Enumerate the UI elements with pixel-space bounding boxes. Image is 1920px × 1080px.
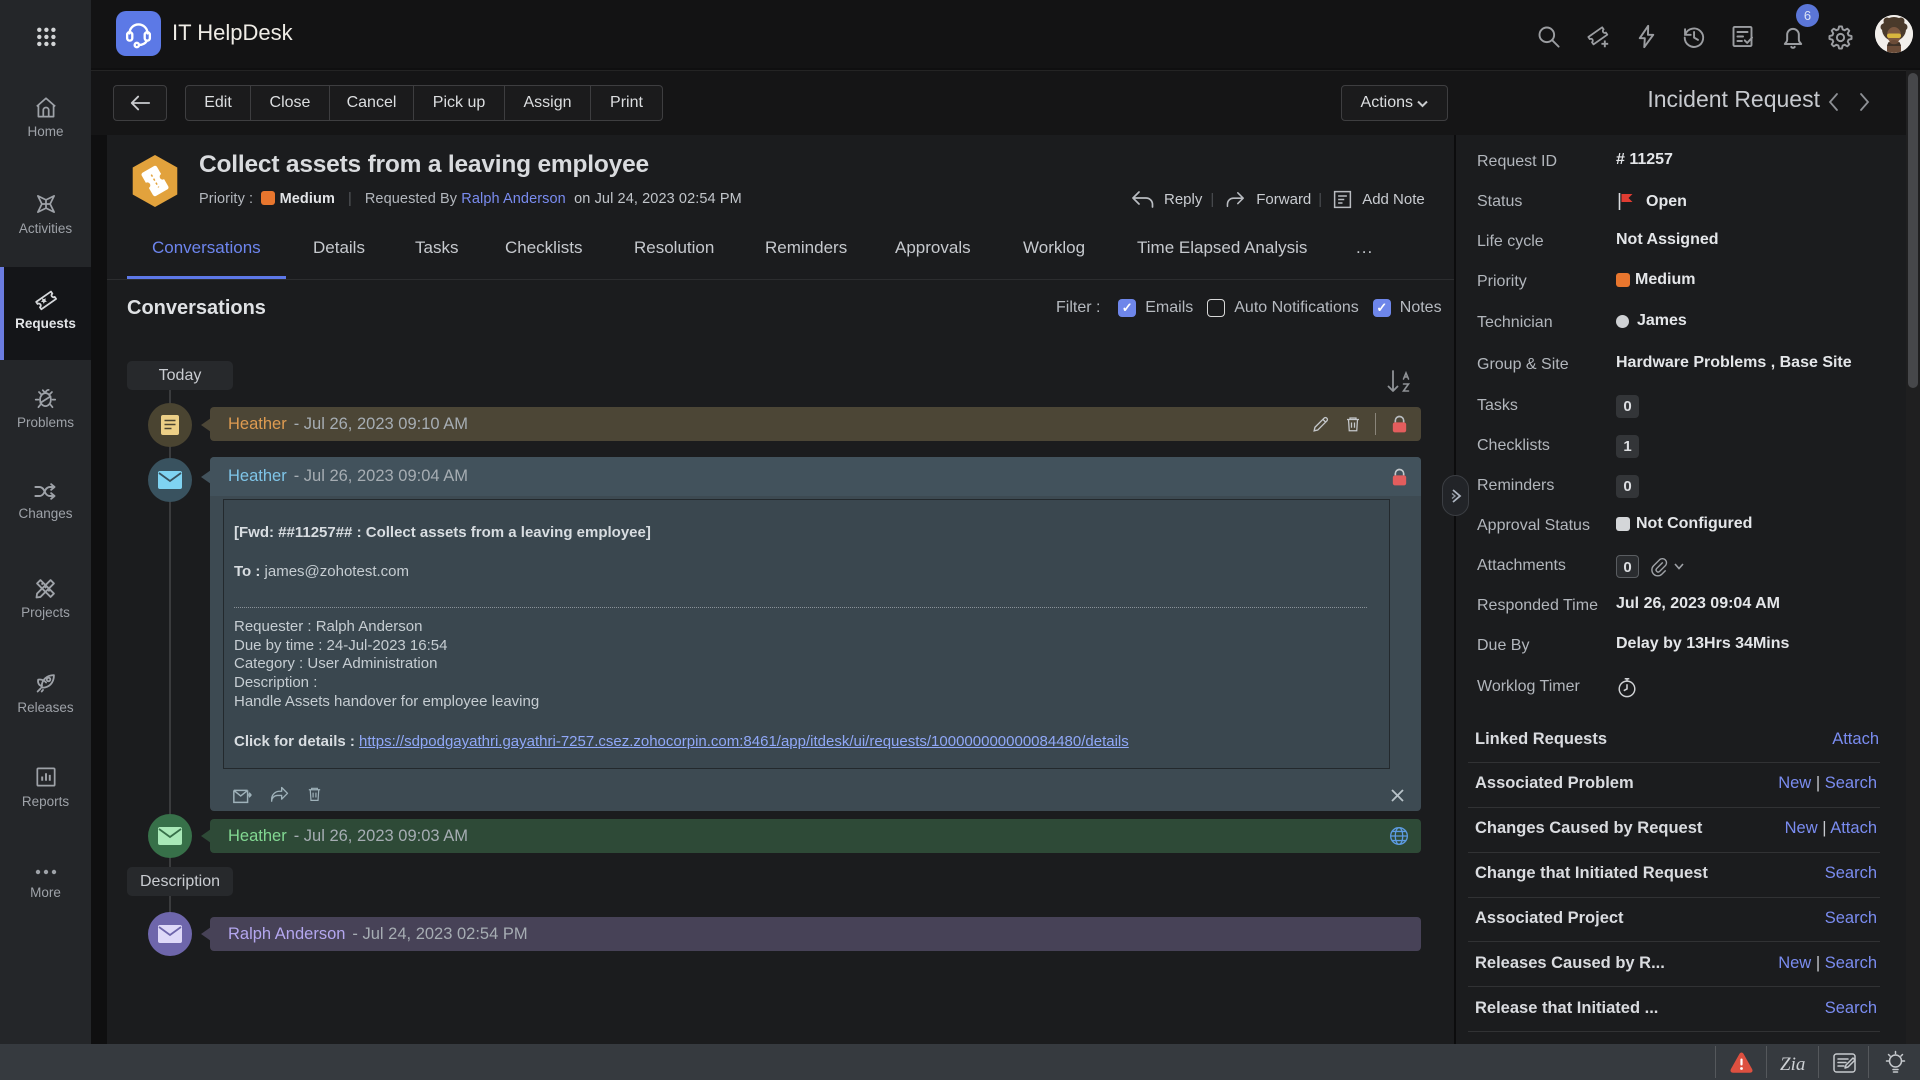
svg-text:Zia: Zia xyxy=(1780,1054,1805,1075)
